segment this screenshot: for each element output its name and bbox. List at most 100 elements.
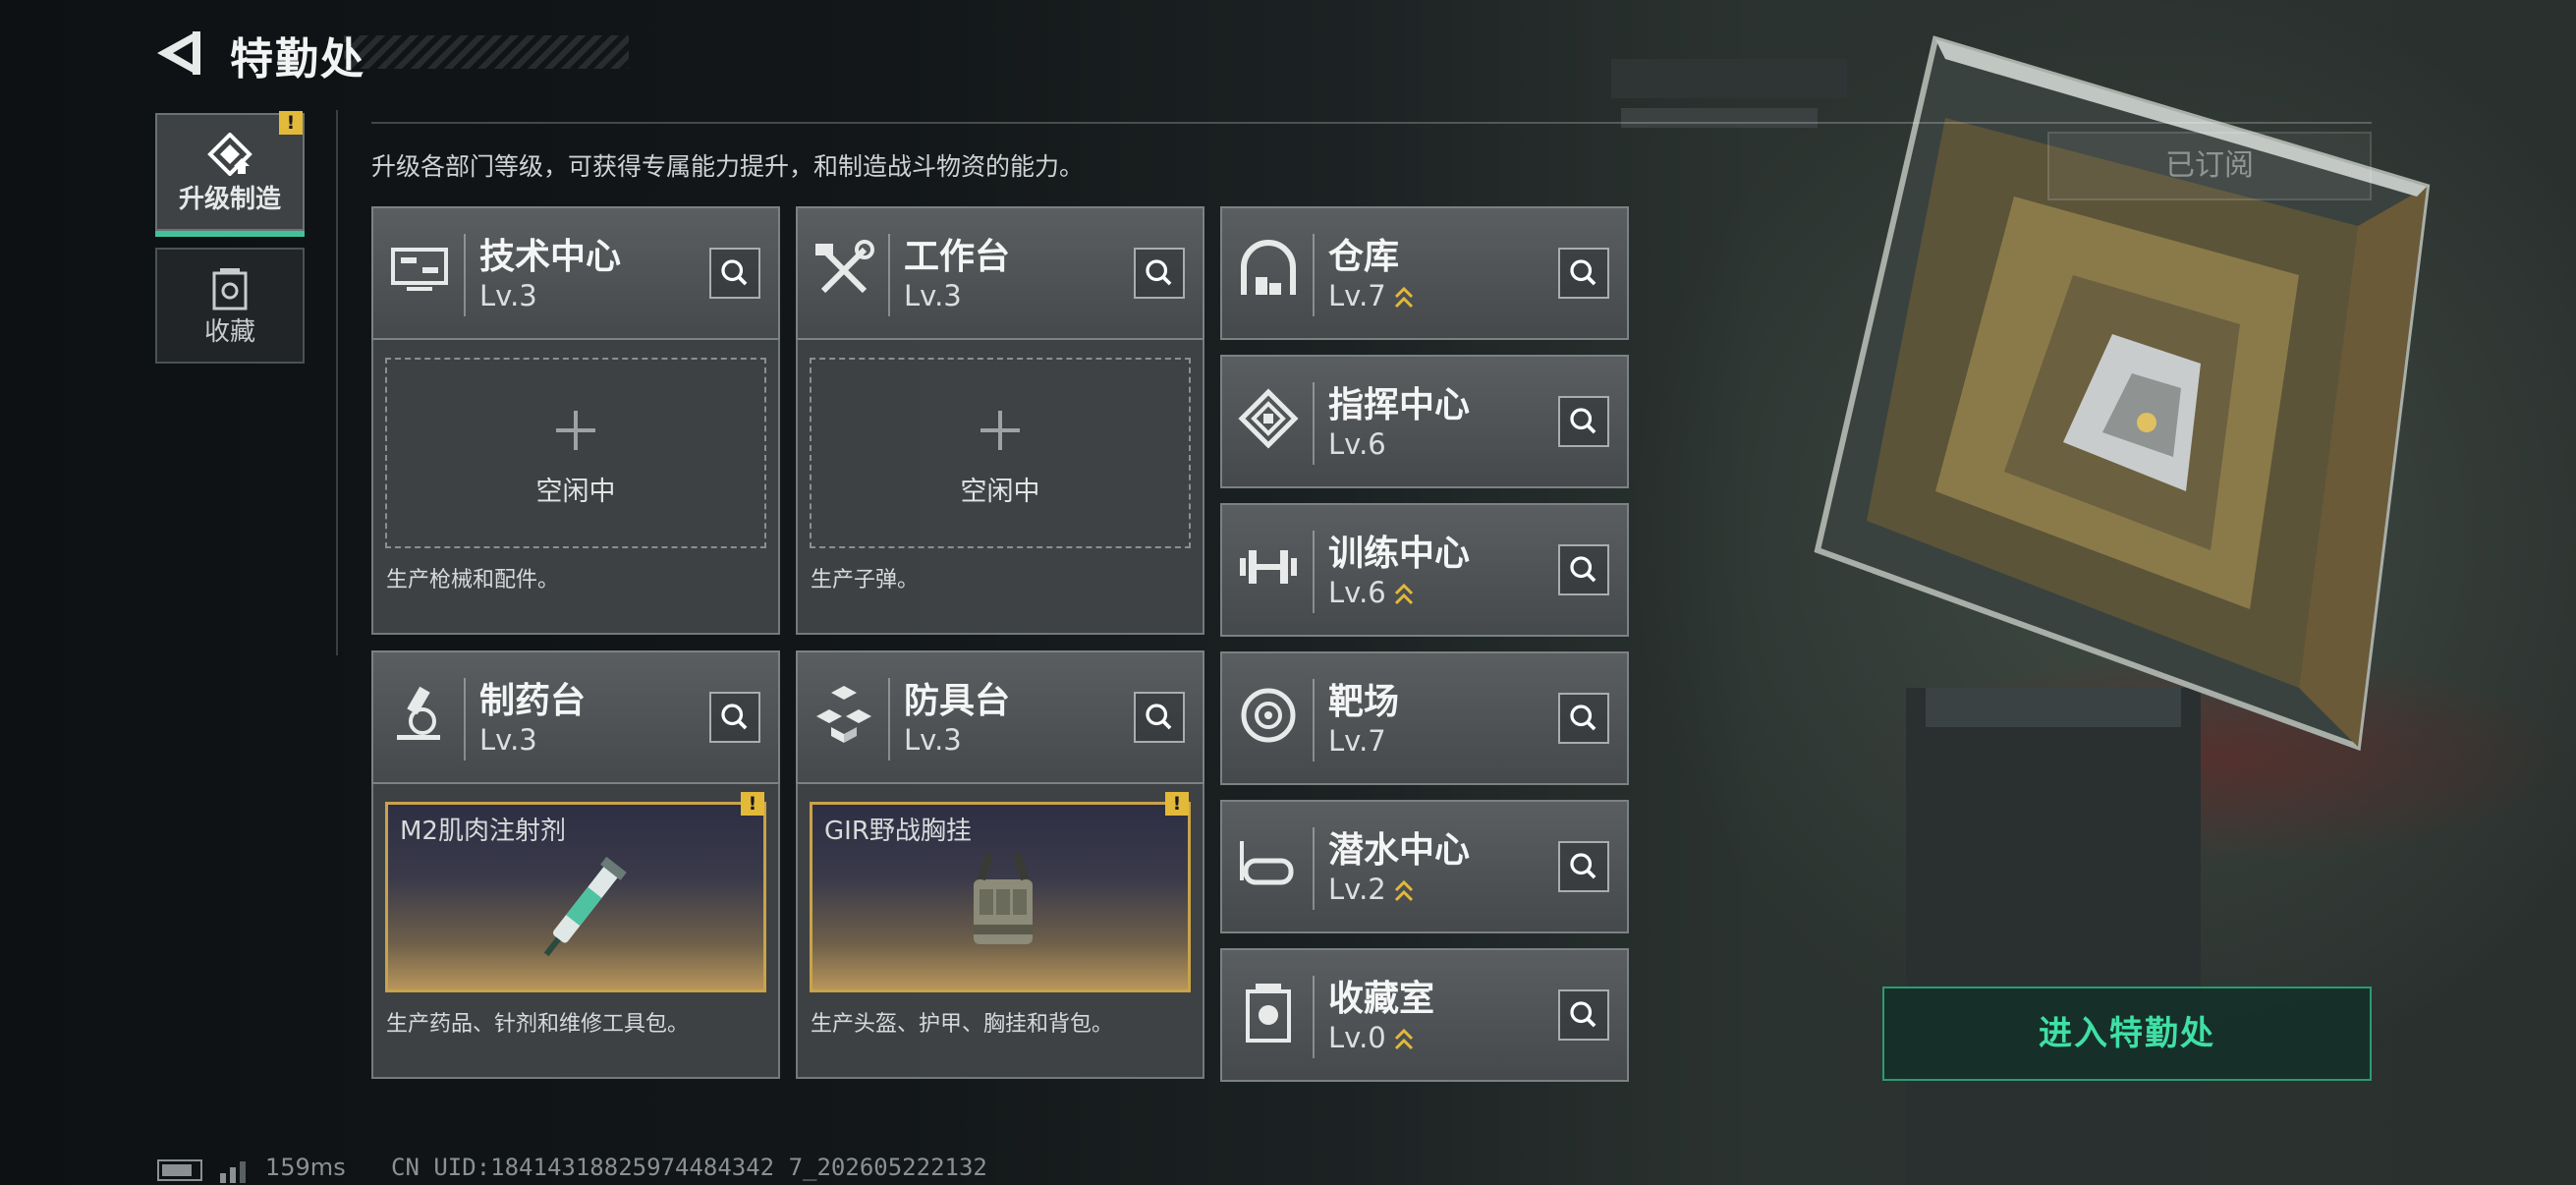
microscope-icon: [397, 686, 440, 740]
product-name: GIR野战胸挂: [824, 817, 972, 846]
search-icon[interactable]: [709, 248, 760, 299]
nav-upgrade-label: 升级制造: [178, 185, 281, 214]
search-icon[interactable]: [1558, 989, 1609, 1041]
separator: [464, 678, 466, 761]
plus-icon: [980, 411, 1020, 450]
chip-icon: [1238, 388, 1299, 449]
syringe-image: [543, 856, 627, 957]
command-center-card[interactable]: 指挥中心 Lv.6: [1220, 355, 1629, 488]
department-level: Lv.3: [904, 723, 962, 757]
diving-center-card[interactable]: 潜水中心 Lv.2: [1220, 800, 1629, 933]
page-title: 特勤处: [230, 34, 365, 85]
department-name: 防具台: [904, 681, 1011, 721]
active-indicator: [155, 231, 305, 237]
nav-collection[interactable]: 收藏: [155, 248, 305, 364]
separator: [1313, 976, 1315, 1058]
department-name: 技术中心: [479, 237, 622, 277]
armor-cubes-icon: [816, 686, 871, 743]
shooting-range-card[interactable]: 靶场 Lv.7: [1220, 651, 1629, 785]
department-note: 生产枪械和配件。: [386, 568, 560, 592]
subscribed-button[interactable]: 已订阅: [2047, 132, 2372, 200]
product-alert-badge: !: [1165, 792, 1189, 816]
separator: [1313, 234, 1315, 316]
search-icon[interactable]: [1558, 841, 1609, 892]
product-slot[interactable]: M2肌肉注射剂: [385, 802, 766, 992]
department-level: Lv.2: [1328, 873, 1414, 906]
nav-collection-label: 收藏: [203, 317, 255, 347]
armor-bench-card[interactable]: 防具台 Lv.3: [796, 650, 1204, 784]
department-note: 生产头盔、护甲、胸挂和背包。: [811, 1012, 1114, 1037]
search-icon[interactable]: [1558, 544, 1609, 595]
upgrade-chevron-icon: [1394, 1028, 1413, 1050]
search-icon[interactable]: [1134, 248, 1185, 299]
search-icon[interactable]: [1558, 693, 1609, 744]
monitor-icon: [391, 248, 448, 291]
search-icon[interactable]: [1134, 692, 1185, 743]
product-alert-badge: !: [741, 792, 764, 816]
department-name: 收藏室: [1328, 979, 1435, 1019]
divider-horizontal: [371, 122, 2372, 124]
search-icon[interactable]: [709, 692, 760, 743]
separator: [1313, 827, 1315, 910]
diving-mask-icon: [1240, 841, 1294, 885]
level-text: Lv.0: [1328, 1021, 1386, 1054]
training-center-card[interactable]: 训练中心 Lv.6: [1220, 503, 1629, 637]
upgrade-diamond-icon: [207, 133, 252, 176]
warehouse-icon: [1241, 240, 1296, 295]
back-arrow-icon[interactable]: [153, 26, 208, 81]
department-name: 指挥中心: [1328, 385, 1471, 425]
title-decoration: [344, 35, 629, 69]
nav-alert-badge: !: [279, 111, 303, 135]
pharmacy-card[interactable]: 制药台 Lv.3: [371, 650, 780, 784]
department-level: Lv.7: [1328, 724, 1386, 758]
production-slot-empty[interactable]: 空闲中: [385, 358, 766, 548]
plus-icon: [556, 411, 595, 450]
separator: [1313, 679, 1315, 762]
dumbbell-icon: [1240, 550, 1297, 584]
workbench-card[interactable]: 工作台 Lv.3: [796, 206, 1204, 340]
department-name: 靶场: [1328, 682, 1400, 722]
separator: [464, 234, 466, 316]
department-level: Lv.6: [1328, 427, 1386, 461]
department-note: 生产药品、针剂和维修工具包。: [386, 1012, 690, 1037]
enter-special-ops-button[interactable]: 进入特勤处: [1882, 987, 2372, 1081]
department-level: Lv.6: [1328, 576, 1414, 609]
hammer-wrench-icon: [815, 240, 874, 294]
department-level: Lv.7: [1328, 279, 1414, 312]
department-name: 训练中心: [1328, 534, 1471, 574]
ping-readout: 159ms: [265, 1154, 346, 1181]
department-level: Lv.3: [479, 723, 537, 757]
level-text: Lv.7: [1328, 279, 1386, 312]
department-name: 潜水中心: [1328, 830, 1471, 871]
upgrade-chevron-icon: [1394, 583, 1413, 605]
divider-vertical: [336, 110, 338, 655]
level-text: Lv.6: [1328, 576, 1386, 609]
production-slot-empty[interactable]: 空闲中: [810, 358, 1191, 548]
slot-status: 空闲中: [960, 477, 1040, 507]
trophy-case-icon: [1246, 984, 1291, 1043]
target-icon: [1241, 688, 1296, 743]
collection-room-card[interactable]: 收藏室 Lv.0: [1220, 948, 1629, 1082]
department-name: 制药台: [479, 681, 587, 721]
chest-rig-image: [974, 852, 1033, 944]
department-note: 生产子弹。: [811, 568, 920, 592]
slot-status: 空闲中: [535, 477, 616, 507]
separator: [1313, 531, 1315, 613]
level-text: Lv.2: [1328, 873, 1386, 906]
trophy-case-icon: [212, 268, 248, 310]
product-slot[interactable]: GIR野战胸挂: [810, 802, 1191, 992]
search-icon[interactable]: [1558, 396, 1609, 447]
search-icon[interactable]: [1558, 248, 1609, 299]
tech-center-card[interactable]: 技术中心 Lv.3: [371, 206, 780, 340]
separator: [1313, 382, 1315, 465]
user-uid: CN UID:18414318825974484342 7_2026052221…: [391, 1154, 987, 1181]
department-level: Lv.3: [904, 279, 962, 312]
product-name: M2肌肉注射剂: [400, 817, 566, 846]
signal-icon: [220, 1161, 246, 1183]
battery-icon: [157, 1159, 202, 1181]
page-description: 升级各部门等级，可获得专属能力提升，和制造战斗物资的能力。: [371, 152, 1085, 181]
warehouse-card[interactable]: 仓库 Lv.7: [1220, 206, 1629, 340]
department-level: Lv.0: [1328, 1021, 1414, 1054]
department-name: 仓库: [1328, 237, 1400, 277]
separator: [888, 234, 890, 316]
